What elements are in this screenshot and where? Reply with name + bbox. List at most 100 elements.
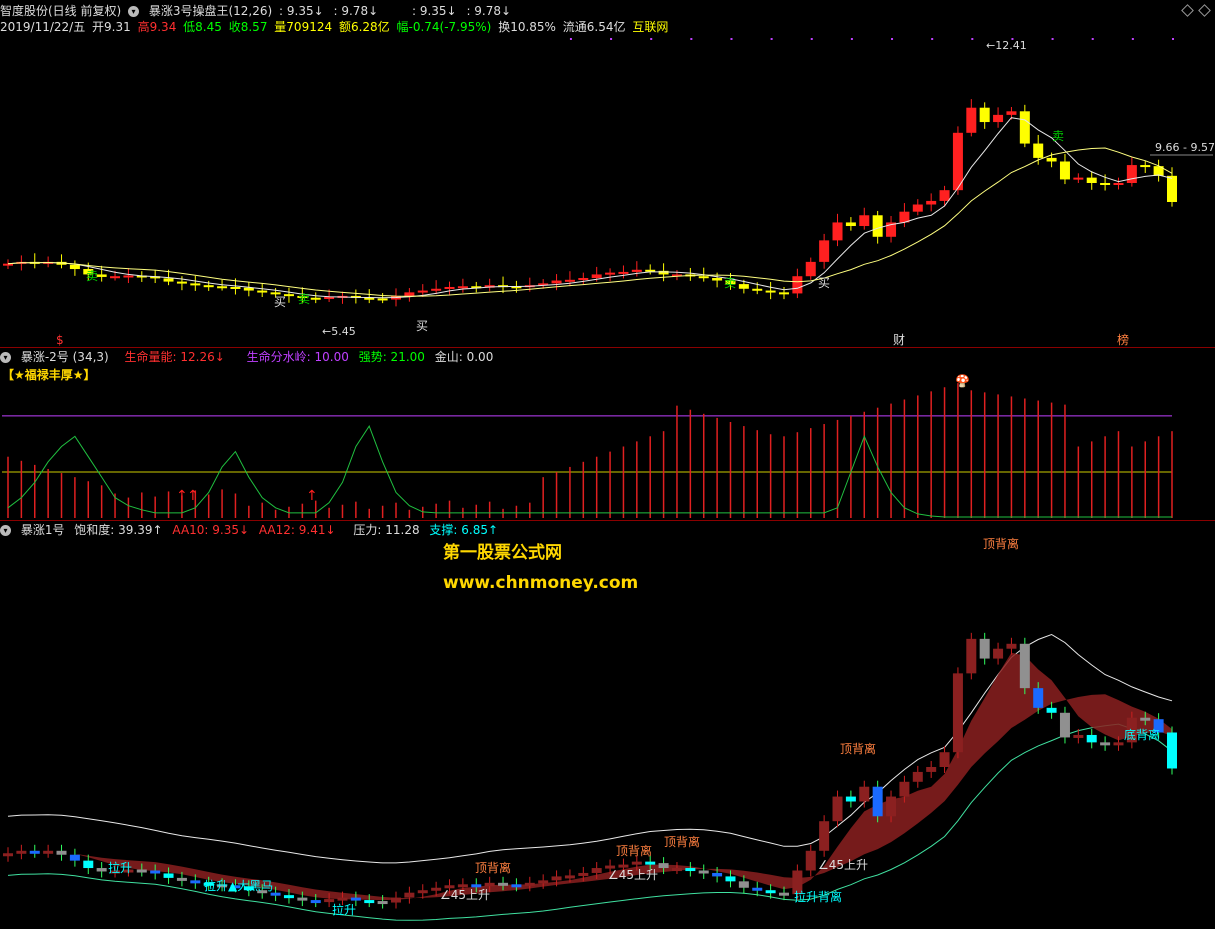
candle-body xyxy=(96,274,107,277)
p3-annotation-label: 拉升▲大黑马 xyxy=(204,878,273,893)
p3-candle-body xyxy=(364,900,375,904)
candle-body xyxy=(310,297,321,300)
candle-body xyxy=(605,272,616,275)
p3-candle-body xyxy=(498,882,509,886)
p3-candle-body xyxy=(658,863,669,869)
sell-label: 卖 xyxy=(1052,129,1064,143)
candle-body xyxy=(203,285,214,288)
p3-candle-body xyxy=(1167,732,1177,769)
p3-candle-body xyxy=(417,890,428,894)
top-dot-mark xyxy=(1172,38,1174,40)
event-mark-cai: 财 xyxy=(893,333,905,347)
p3-candle-body xyxy=(779,892,789,896)
p3-candle-body xyxy=(1059,712,1070,738)
top-dot-mark xyxy=(810,38,813,40)
top-dot-mark xyxy=(1051,38,1054,40)
candle-body xyxy=(1073,177,1084,180)
candle-body xyxy=(404,292,415,296)
up-arrow-icon: ↑ xyxy=(187,488,199,504)
candle-body xyxy=(417,290,428,293)
candle-body xyxy=(377,298,388,301)
p3-candle-body xyxy=(1033,688,1044,708)
low-price-label: ←5.45 xyxy=(322,325,356,338)
candle-body xyxy=(564,279,575,282)
p3-candle-body xyxy=(1140,717,1151,721)
p3-candle-body xyxy=(845,796,856,802)
candle-body xyxy=(431,288,442,291)
candle-body xyxy=(1100,183,1111,185)
p3-candle-body xyxy=(1046,707,1057,713)
candle-body xyxy=(217,286,228,289)
p3-candle-body xyxy=(698,870,709,874)
p3-candle-body xyxy=(979,638,990,659)
p3-candle-body xyxy=(819,821,830,851)
p3-candle-body xyxy=(136,869,147,873)
p3-candle-body xyxy=(176,877,187,881)
buy-label: 买 xyxy=(818,276,830,290)
candle-body xyxy=(1113,183,1124,185)
p3-candle-body xyxy=(966,638,977,674)
top-dot-mark xyxy=(1131,38,1134,40)
p3-annotation-label: 拉升背离 xyxy=(794,889,842,904)
p3-annotation-label: 顶背离 xyxy=(983,536,1019,551)
p3-candle-body xyxy=(765,890,776,894)
candle-body xyxy=(1140,165,1151,168)
candle-body xyxy=(845,222,856,227)
candle-body xyxy=(765,290,776,293)
chart-canvas: 9.66 - 9.57←12.41←5.45$ 财榜买买买卖卖卖卖↑ ↑ ↑🍄拉升拉升… xyxy=(2,38,1215,921)
candle-body xyxy=(69,264,80,270)
p3-candle-body xyxy=(283,895,294,899)
candle-body xyxy=(832,222,843,241)
p3-candle-body xyxy=(939,752,950,767)
candle-body xyxy=(591,274,602,279)
p3-candle-body xyxy=(591,868,602,873)
candle-body xyxy=(1126,165,1137,183)
candle-body xyxy=(738,284,749,289)
p3-candle-body xyxy=(511,884,522,888)
candle-body xyxy=(618,271,629,274)
high-price-label: ←12.41 xyxy=(986,39,1027,52)
top-dot-mark xyxy=(850,38,853,40)
p3-candle-body xyxy=(1113,742,1124,746)
p3-annotation-label: ∠45上升 xyxy=(608,868,658,882)
p3-candle-body xyxy=(3,853,13,857)
p3-candle-body xyxy=(190,880,201,884)
p3-candle-body xyxy=(310,900,321,904)
p3-candle-body xyxy=(96,868,107,872)
p3-annotation-label: 顶背离 xyxy=(616,843,652,858)
sell-label: 卖 xyxy=(724,276,736,290)
top-dot-mark xyxy=(569,38,572,40)
sell-label: 卖 xyxy=(86,269,98,283)
p3-annotation-label: 顶背离 xyxy=(840,741,876,756)
candle-body xyxy=(779,292,789,295)
p3-candle-body xyxy=(752,887,763,891)
ma-slow-line xyxy=(7,147,1173,297)
p3-candle-body xyxy=(150,870,161,874)
p3-candle-body xyxy=(484,882,495,887)
top-dot-mark xyxy=(891,38,894,40)
p3-candle-body xyxy=(1019,643,1030,689)
p3-candle-body xyxy=(993,648,1004,659)
buy-label: 买 xyxy=(274,295,286,309)
p3-candle-body xyxy=(83,860,94,869)
p3-candle-body xyxy=(69,854,80,861)
candle-body xyxy=(872,215,883,237)
p3-candle-body xyxy=(1006,643,1017,649)
candle-body xyxy=(926,200,937,205)
top-dot-mark xyxy=(650,38,653,40)
p3-candle-body xyxy=(471,884,482,888)
p3-annotation-label: 顶背离 xyxy=(475,860,511,875)
top-dot-mark xyxy=(730,38,733,40)
p3-candle-body xyxy=(712,872,723,877)
p3-candle-body xyxy=(163,873,174,878)
candle-body xyxy=(1019,111,1030,144)
p3-candle-body xyxy=(564,875,575,879)
candle-body xyxy=(324,297,335,300)
p3-candle-body xyxy=(404,892,415,898)
p3-candle-body xyxy=(886,796,897,817)
p3-annotation-label: 顶背离 xyxy=(664,834,700,849)
up-arrow-icon: ↑ xyxy=(306,488,318,504)
p3-candle-body xyxy=(16,850,27,854)
event-mark-dollar: $ xyxy=(56,333,64,347)
candle-body xyxy=(190,283,201,286)
